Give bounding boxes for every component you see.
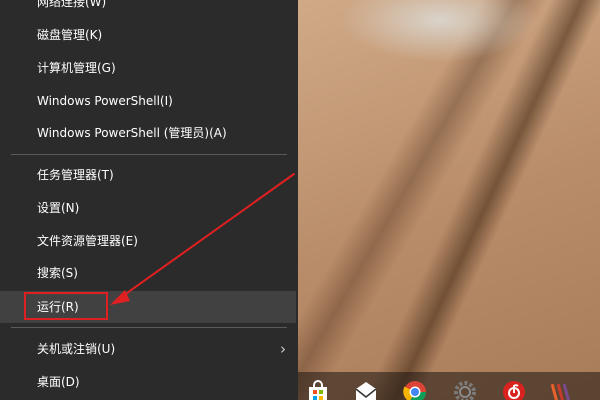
menu-item-label: 搜索(S) [37, 266, 78, 280]
menu-item-shutdown-signout[interactable]: 关机或注销(U) › [0, 333, 296, 365]
menu-item-search[interactable]: 搜索(S) [0, 257, 296, 289]
menu-item-label: 磁盘管理(K) [37, 28, 103, 42]
menu-item-label: 任务管理器(T) [37, 168, 114, 182]
menu-item-computer-management[interactable]: 计算机管理(G) [0, 52, 296, 84]
menu-item-label: 设置(N) [37, 201, 80, 215]
menu-item-task-manager[interactable]: 任务管理器(T) [0, 159, 296, 191]
menu-item-label: 文件资源管理器(E) [37, 234, 138, 248]
menu-item-desktop[interactable]: 桌面(D) [0, 366, 296, 398]
menu-item-label: 关机或注销(U) [37, 342, 116, 356]
menu-item-powershell-admin[interactable]: Windows PowerShell (管理员)(A) [0, 117, 296, 149]
menu-item-label: Windows PowerShell (管理员)(A) [37, 126, 227, 140]
menu-item-disk-management[interactable]: 磁盘管理(K) [0, 19, 296, 51]
menu-item-label: 桌面(D) [37, 375, 80, 389]
app-icon[interactable] [550, 380, 574, 400]
netease-music-icon[interactable] [502, 380, 526, 400]
menu-item-network-connections[interactable]: 网络连接(W) [0, 0, 296, 18]
menu-separator [11, 327, 287, 328]
menu-item-file-explorer[interactable]: 文件资源管理器(E) [0, 225, 296, 257]
settings-gear-icon[interactable] [453, 380, 477, 400]
menu-item-settings[interactable]: 设置(N) [0, 192, 296, 224]
taskbar [298, 372, 600, 400]
menu-item-powershell[interactable]: Windows PowerShell(I) [0, 85, 296, 117]
mail-icon[interactable] [354, 380, 378, 400]
chrome-icon[interactable] [403, 380, 427, 400]
chevron-right-icon: › [280, 340, 286, 358]
store-icon[interactable] [306, 380, 330, 400]
winx-context-menu: 网络连接(W) 磁盘管理(K) 计算机管理(G) Windows PowerSh… [0, 0, 298, 400]
menu-item-label: 网络连接(W) [37, 0, 107, 9]
menu-item-label: Windows PowerShell(I) [37, 94, 173, 108]
menu-separator [11, 154, 287, 155]
menu-item-label: 计算机管理(G) [37, 61, 116, 75]
highlight-box [24, 292, 108, 320]
